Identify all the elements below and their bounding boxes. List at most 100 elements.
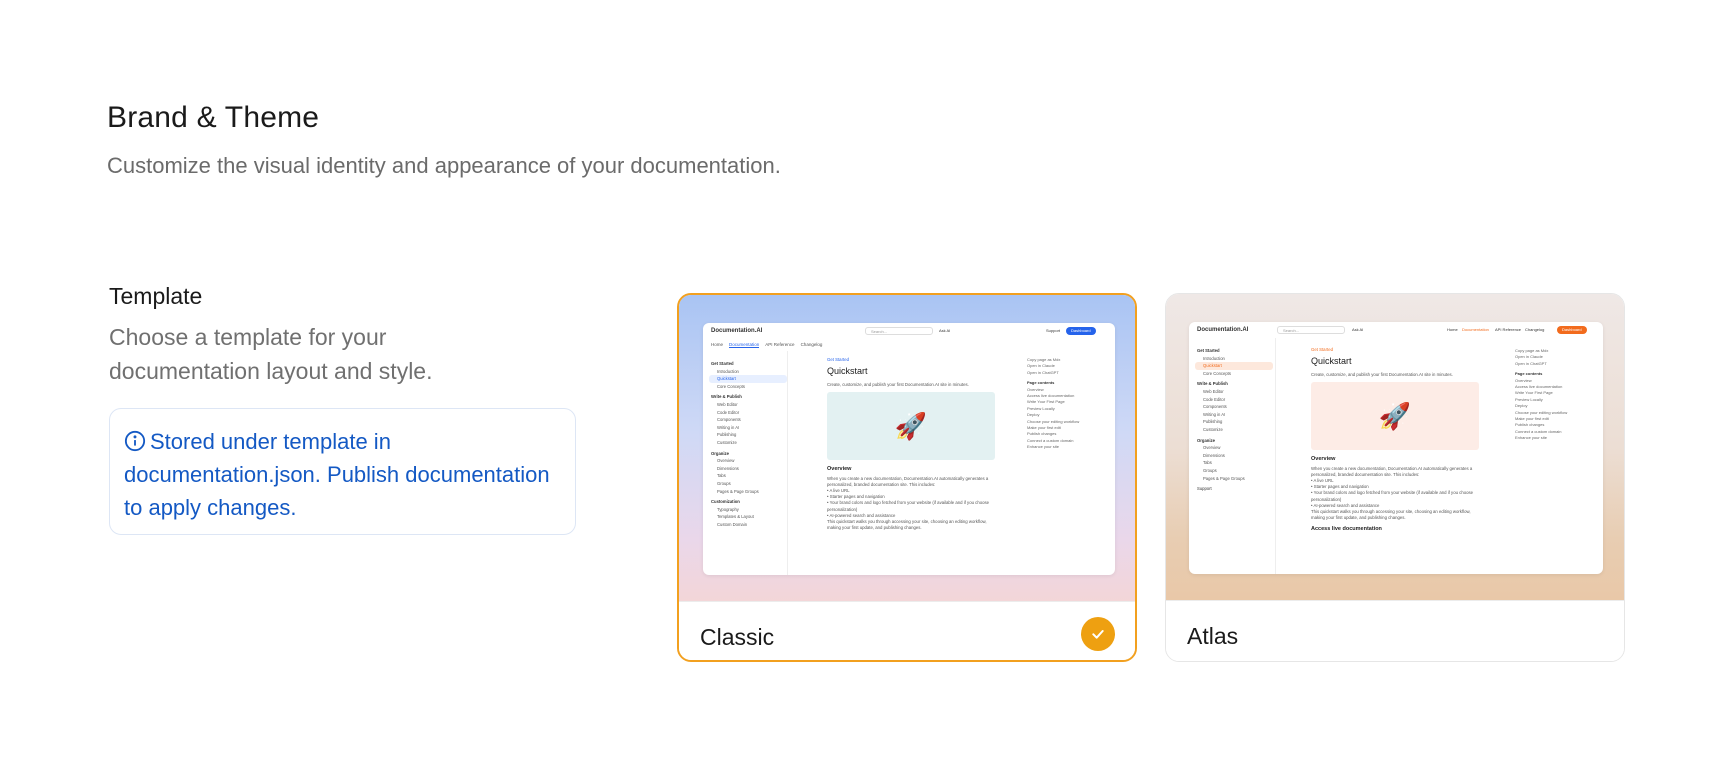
template-section-description: Choose a template for your documentation… — [109, 324, 433, 384]
preview-topbar: Documentation.AI Search... Ask AI Home D… — [1189, 322, 1603, 338]
preview-sidebar-group: Organize — [711, 450, 729, 456]
preview-sidebar-item: Code Editor — [717, 409, 740, 415]
preview-page-title: Quickstart — [1311, 356, 1352, 367]
preview-sidebar-item: Templates & Layout — [717, 514, 754, 520]
preview-sidebar-item: Web Editor — [717, 401, 738, 407]
preview-breadcrumb: Get Started — [827, 357, 849, 362]
preview-sidebar-group: Get Started — [711, 361, 734, 366]
preview-brand: Documentation.AI — [711, 328, 763, 334]
preview-sidebar-item: Pages & Page Groups — [717, 488, 759, 494]
atlas-preview-image: Documentation.AI Search... Ask AI Home D… — [1166, 294, 1624, 600]
preview-sidebar-item: Groups — [1203, 467, 1217, 473]
preview-sidebar-item: Custom Domain — [717, 521, 748, 527]
preview-nav-item: API Reference — [765, 342, 795, 347]
preview-content: Get Started Quickstart Create, customize… — [827, 357, 999, 531]
preview-nav-item: API Reference — [1495, 327, 1522, 332]
preview-sidebar-item: Introduction — [717, 368, 739, 374]
template-card-classic[interactable]: Documentation.AI Search... Ask AI Suppor… — [677, 293, 1137, 662]
preview-sidebar-group: Write & Publish — [1197, 381, 1228, 387]
preview-ask-ai: Ask AI — [939, 328, 951, 333]
rocket-icon: 🚀 — [1311, 382, 1479, 451]
preview-sidebar-item: Pages & Page Groups — [1203, 475, 1245, 481]
template-section-title: Template — [109, 283, 203, 309]
classic-preview-image: Documentation.AI Search... Ask AI Suppor… — [679, 295, 1135, 601]
preview-brand: Documentation.AI — [1197, 327, 1249, 333]
preview-sidebar-group: Write & Publish — [711, 394, 742, 400]
preview-search: Search... — [865, 327, 933, 335]
preview-overview-text: When you create a new documentation, Doc… — [1311, 465, 1473, 477]
preview-sidebar-group: Organize — [1197, 437, 1215, 443]
preview-content: Get Started Quickstart Create, customize… — [1311, 347, 1483, 536]
preview-nav-item: Changelog — [1525, 327, 1545, 332]
preview-overview-heading: Overview — [1311, 456, 1336, 463]
preview-sidebar-item: Publishing — [717, 432, 737, 438]
preview-sidebar-item: Typography — [717, 506, 739, 512]
template-info-callout: Stored under template in documentation.j… — [109, 408, 576, 535]
classic-card-footer: Classic — [679, 601, 1135, 660]
rocket-icon: 🚀 — [827, 392, 995, 461]
info-callout-content: Stored under template in documentation.j… — [124, 425, 561, 524]
preview-sidebar-item: Introduction — [1203, 355, 1225, 361]
page-subtitle: Customize the visual identity and appear… — [107, 153, 781, 178]
preview-dashboard-button: Dashboard — [1557, 326, 1587, 334]
preview-sidebar-item: Code Editor — [1203, 396, 1226, 402]
preview-sidebar-item: Overview — [1203, 445, 1221, 451]
template-card-atlas[interactable]: Documentation.AI Search... Ask AI Home D… — [1165, 293, 1625, 662]
preview-sidebar-item: Publishing — [1203, 419, 1223, 425]
preview-sidebar-item: Components — [717, 417, 741, 423]
preview-sidebar-item: Components — [1203, 404, 1227, 410]
preview-toc-item: Enhance your site — [1515, 435, 1548, 441]
selected-check-icon — [1081, 617, 1115, 651]
preview-sidebar-item: Core Concepts — [1203, 370, 1231, 376]
preview-sidebar-item: Web Editor — [1203, 388, 1224, 394]
template-name-atlas: Atlas — [1187, 623, 1239, 649]
preview-closing-text: This quickstart walks you through access… — [1311, 509, 1471, 521]
preview-sidebar: Get Started Introduction Quickstart Core… — [709, 357, 787, 528]
preview-page-title: Quickstart — [827, 366, 868, 377]
preview-ask-ai: Ask AI — [1352, 327, 1364, 332]
preview-overview-text: When you create a new documentation, Doc… — [827, 475, 989, 487]
preview-overview-heading: Overview — [827, 466, 852, 473]
preview-page-lead: Create, customize, and publish your firs… — [827, 382, 969, 388]
info-callout-text: Stored under template in documentation.j… — [124, 429, 550, 520]
preview-divider — [1275, 338, 1276, 574]
preview-bullet: • Your brand colors and logo fetched fro… — [1311, 490, 1474, 502]
preview-sidebar-item: Writing in AI — [717, 424, 740, 430]
preview-nav-item: Home — [1447, 327, 1458, 332]
preview-access-heading: Access live documentation — [1311, 526, 1382, 533]
preview-bullet: • Your brand colors and logo fetched fro… — [827, 500, 990, 512]
preview-sidebar-item: Customize — [717, 439, 737, 445]
preview-nav-item: Documentation — [729, 342, 760, 348]
preview-toc-action: Open in ChatGPT — [1515, 360, 1547, 366]
template-name-classic: Classic — [700, 624, 775, 650]
preview-sidebar-item: Core Concepts — [717, 383, 745, 389]
preview-toc-action: Open in ChatGPT — [1027, 369, 1059, 375]
classic-preview-window: Documentation.AI Search... Ask AI Suppor… — [703, 323, 1115, 575]
preview-sidebar-item: Writing in AI — [1203, 411, 1226, 417]
preview-sidebar-item: Quickstart — [709, 375, 787, 383]
preview-sidebar-group: Customization — [711, 499, 740, 505]
preview-page-lead: Create, customize, and publish your firs… — [1311, 372, 1453, 378]
preview-sidebar-item: Dimensions — [717, 465, 739, 471]
preview-sidebar-item: Overview — [717, 458, 735, 464]
page-title: Brand & Theme — [107, 101, 320, 134]
preview-nav: Home Documentation API Reference Changel… — [711, 342, 822, 348]
preview-search: Search... — [1277, 326, 1345, 334]
preview-breadcrumb: Get Started — [1311, 347, 1333, 352]
preview-nav-item: Changelog — [800, 342, 823, 347]
preview-closing-text: This quickstart walks you through access… — [827, 519, 987, 531]
preview-support: Support — [1046, 328, 1061, 333]
preview-sidebar-item: Tabs — [1203, 460, 1212, 466]
preview-sidebar-item: Support — [1197, 486, 1212, 492]
preview-topbar: Documentation.AI Search... Ask AI Suppor… — [703, 323, 1115, 339]
preview-sidebar-group: Get Started — [1197, 348, 1220, 353]
preview-toc: Copy page as Mdx Open in Claude Open in … — [1027, 357, 1111, 451]
preview-sidebar-item: Tabs — [717, 473, 726, 479]
preview-toc: Copy page as Mdx Open in Claude Open in … — [1515, 348, 1599, 442]
preview-nav-item: Documentation — [1462, 327, 1489, 332]
atlas-card-footer: Atlas — [1166, 600, 1624, 661]
preview-divider — [787, 351, 788, 575]
preview-dashboard-button: Dashboard — [1066, 327, 1096, 335]
preview-sidebar-item: Customize — [1203, 426, 1223, 432]
info-circle-icon — [124, 430, 146, 452]
